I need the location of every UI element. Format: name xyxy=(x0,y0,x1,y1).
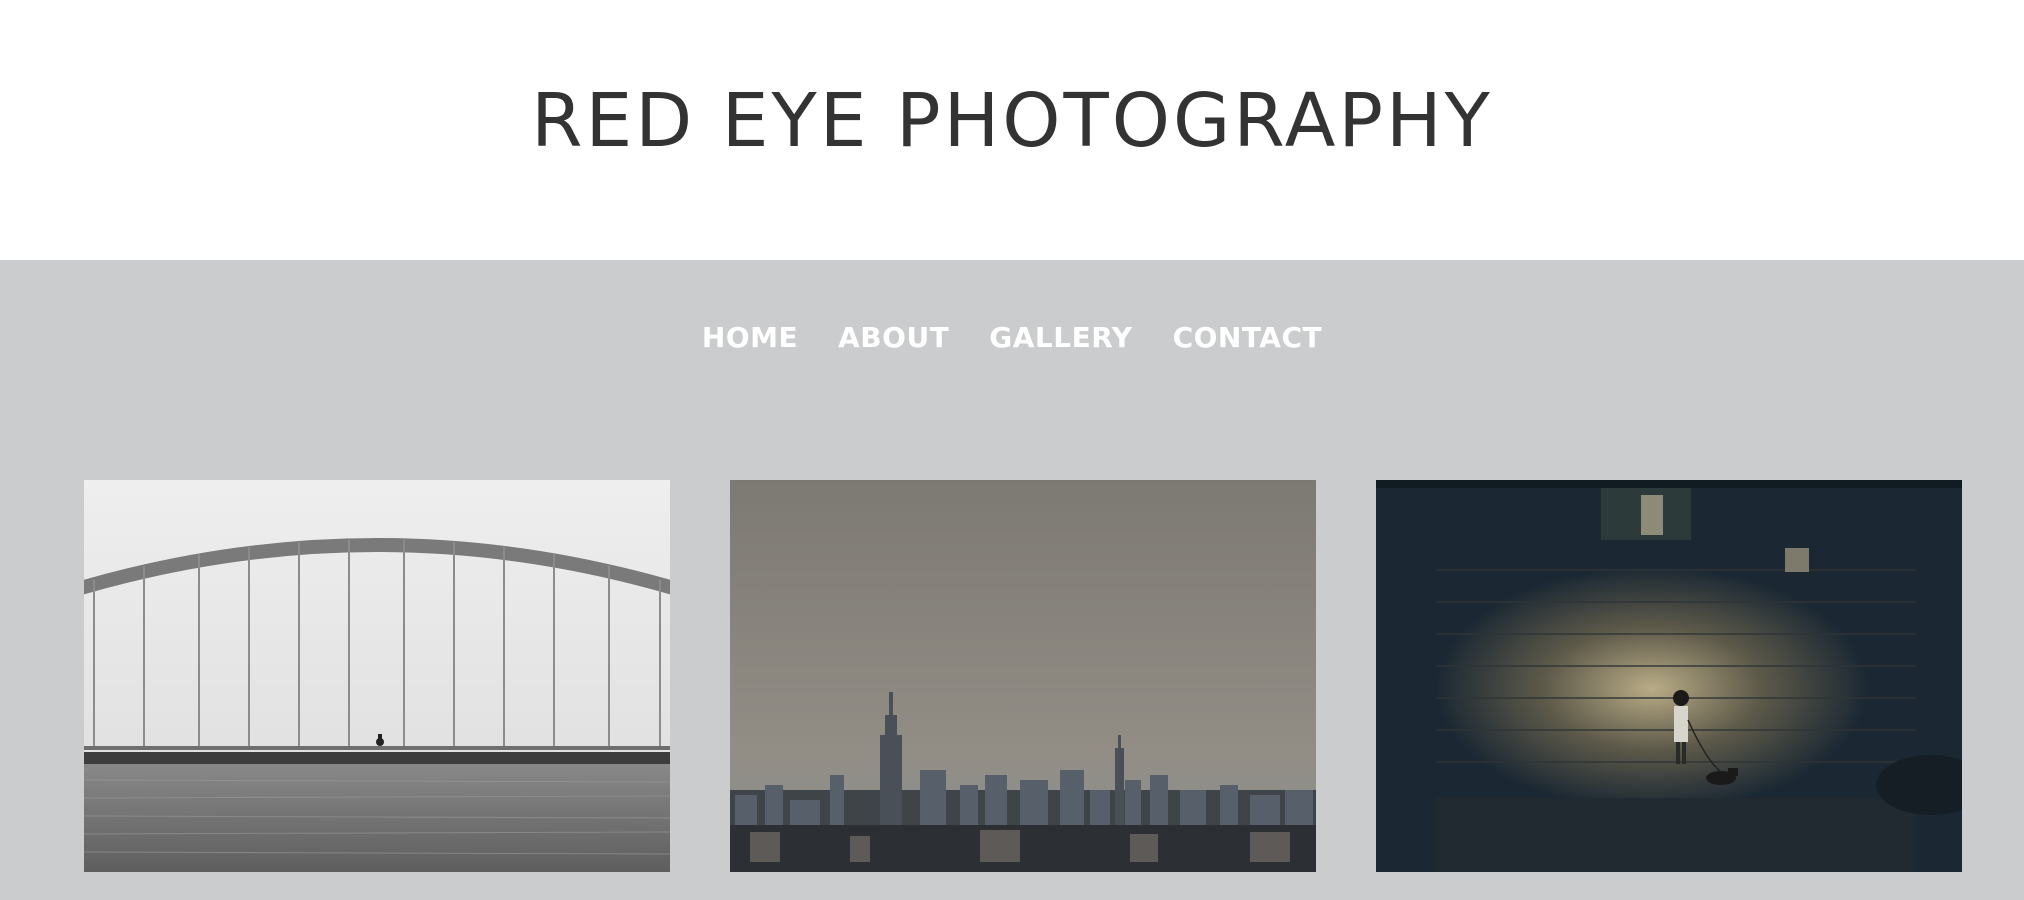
site-title: RED EYE PHOTOGRAPHY xyxy=(531,78,1493,164)
content-band: HOME ABOUT GALLERY CONTACT xyxy=(0,260,2024,900)
nav-home-link[interactable]: HOME xyxy=(702,318,798,358)
main-nav: HOME ABOUT GALLERY CONTACT xyxy=(0,318,2024,358)
nav-about-link[interactable]: ABOUT xyxy=(838,318,949,358)
nav-gallery-link[interactable]: GALLERY xyxy=(989,318,1132,358)
site-header: RED EYE PHOTOGRAPHY xyxy=(0,0,2024,260)
city-skyline-photo[interactable] xyxy=(730,480,1316,872)
bridge-cyclist-photo[interactable] xyxy=(84,480,670,872)
boy-with-dog-spotlight-photo[interactable] xyxy=(1376,480,1962,872)
nav-contact-link[interactable]: CONTACT xyxy=(1173,318,1323,358)
